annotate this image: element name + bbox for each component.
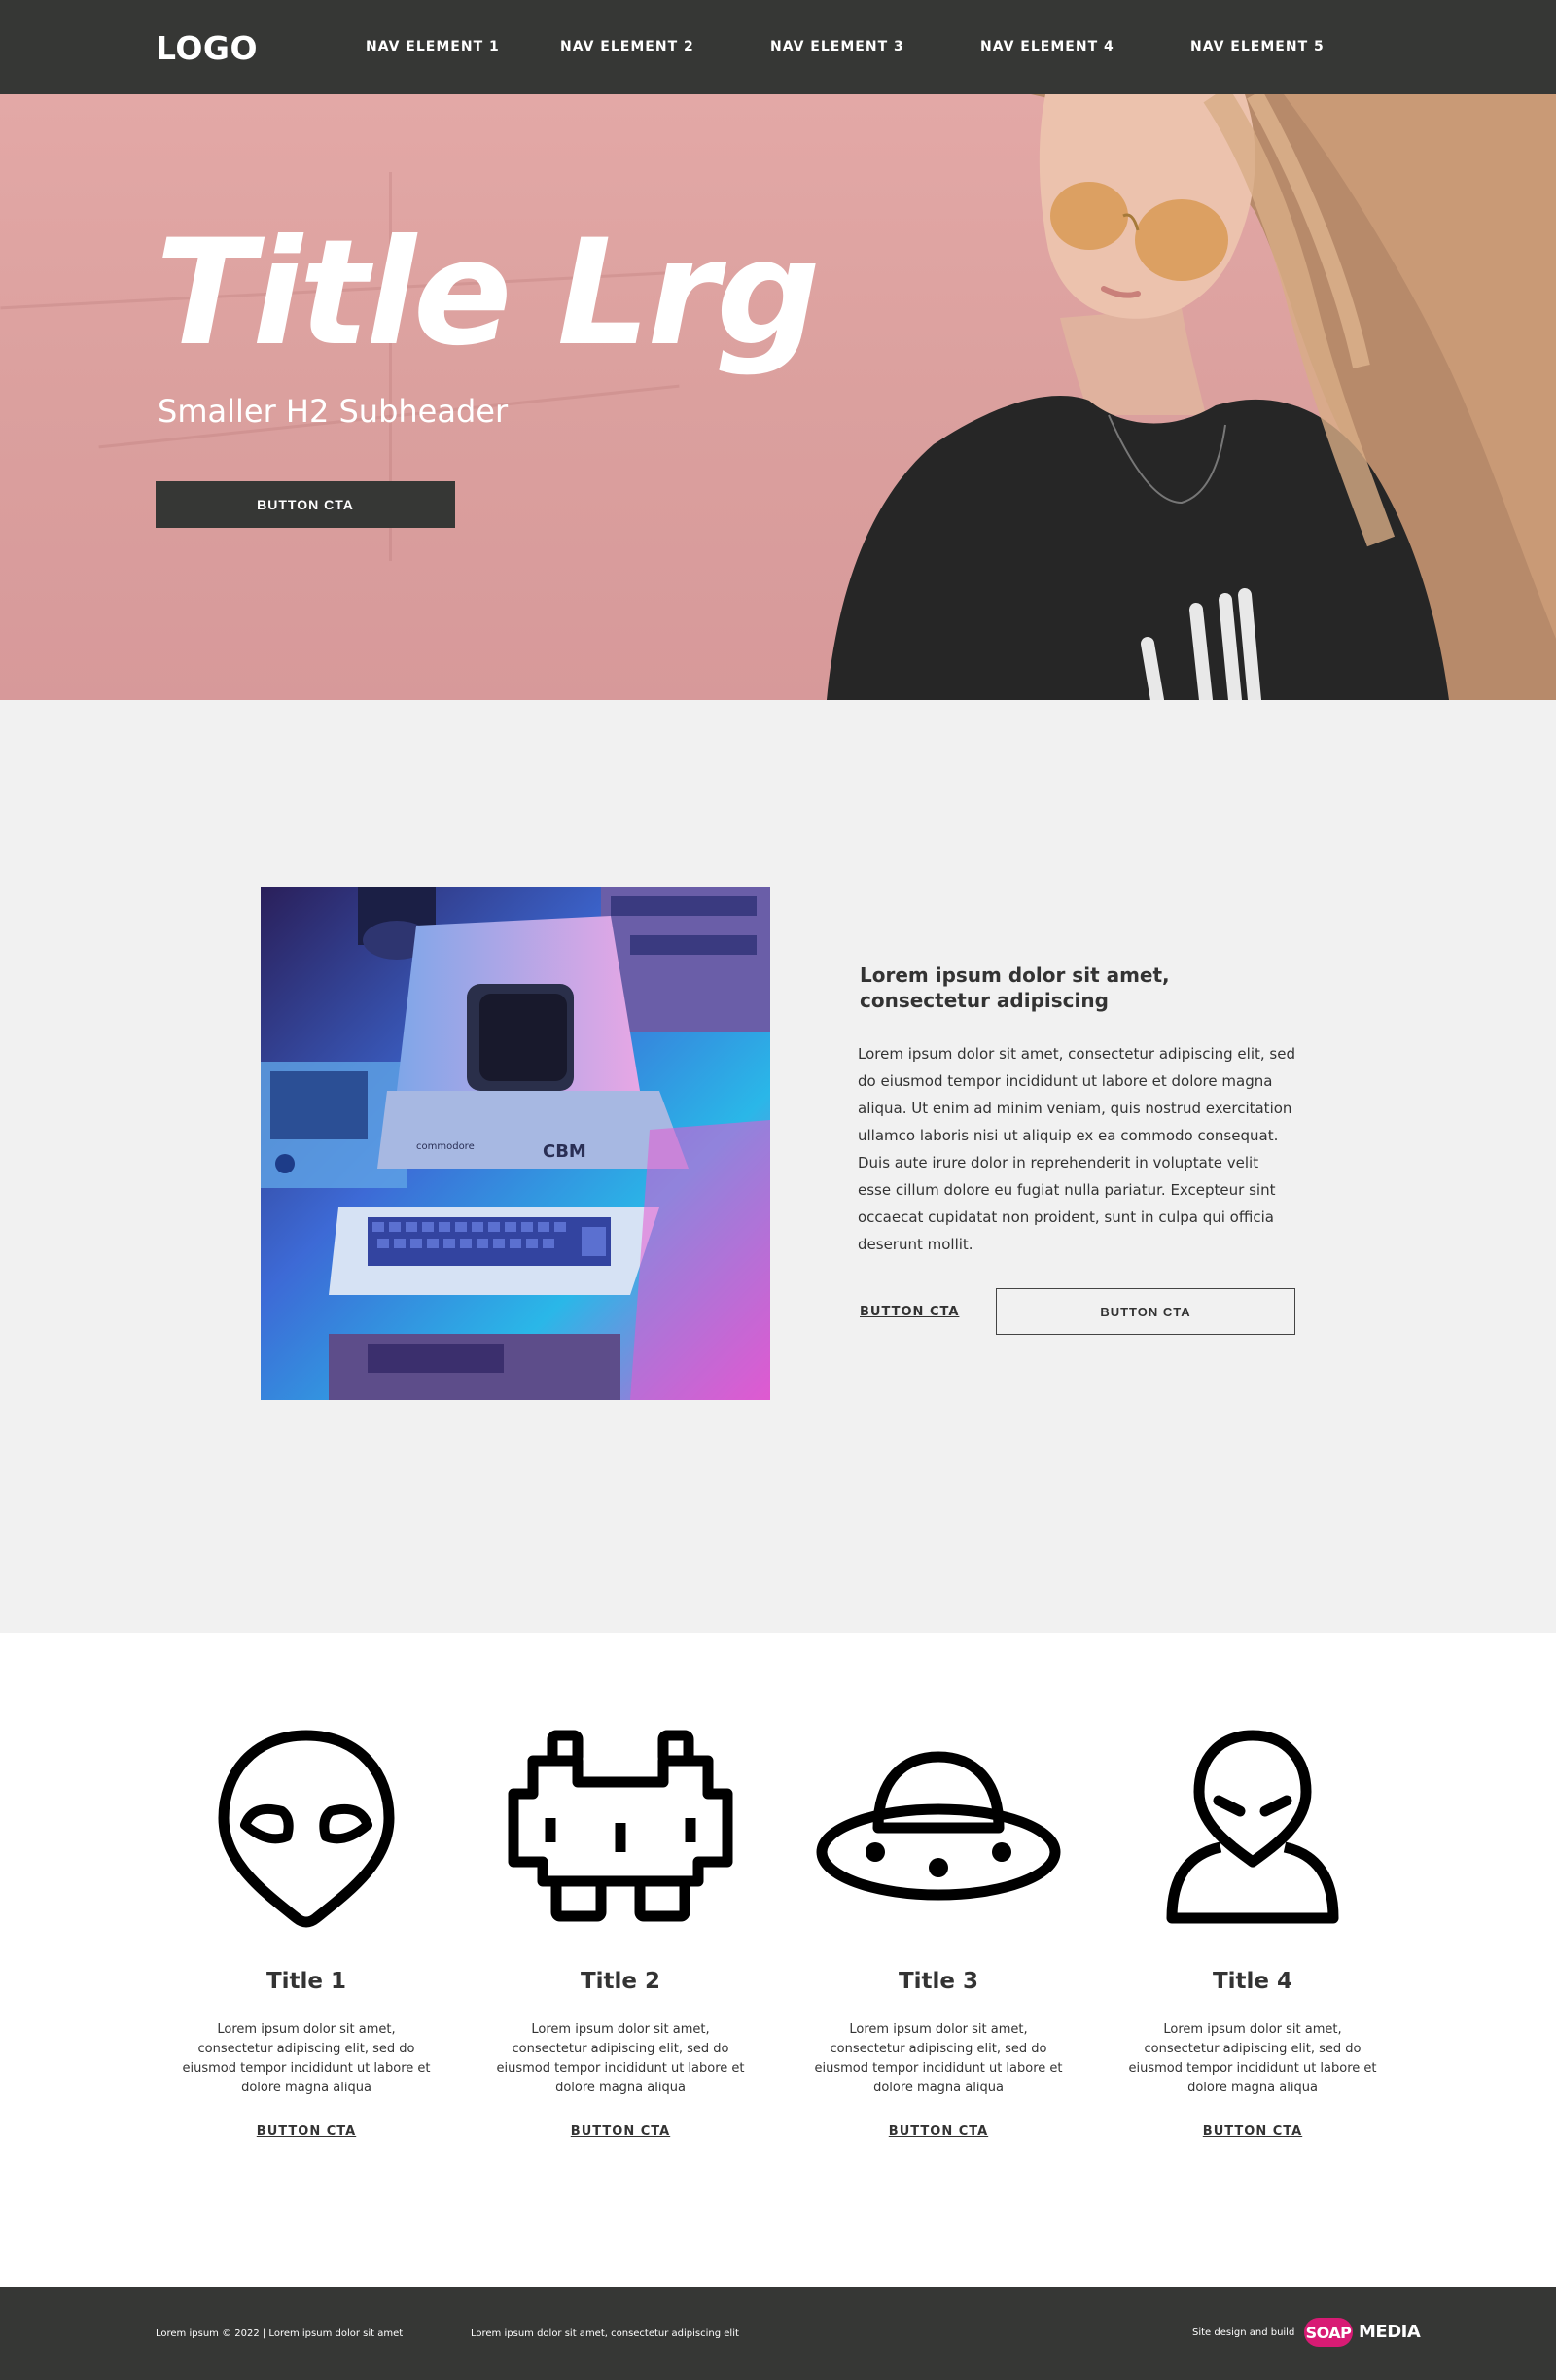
hero-title: Title Lrg — [156, 209, 821, 378]
alien-person-icon — [1126, 1726, 1379, 1930]
hero-photo-person — [827, 94, 1556, 700]
hero-subheader: Smaller H2 Subheader — [158, 393, 509, 430]
nav-element-2[interactable]: NAV ELEMENT 2 — [560, 39, 694, 54]
nav-element-3[interactable]: NAV ELEMENT 3 — [770, 39, 904, 54]
feature-body-text: Lorem ipsum dolor sit amet, consectetur … — [858, 1045, 1295, 1253]
card-cta-link[interactable]: BUTTON CTA — [812, 2124, 1065, 2139]
alien-head-icon — [180, 1726, 433, 1930]
card-title: Title 2 — [580, 1969, 661, 1994]
card-cta-link[interactable]: BUTTON CTA — [1126, 2124, 1379, 2139]
logo[interactable]: LOGO — [156, 29, 258, 67]
feature-heading: Lorem ipsum dolor sit amet, consectetur … — [860, 963, 1170, 1012]
image-brand-text: commodore — [416, 1141, 475, 1152]
card-body: Lorem ipsum dolor sit amet, consectetur … — [182, 2022, 431, 2095]
footer-tagline: Lorem ipsum dolor sit amet, consectetur … — [471, 2328, 739, 2339]
card-cta-link[interactable]: BUTTON CTA — [180, 2124, 433, 2139]
card-title: Title 3 — [898, 1969, 979, 1994]
soap-badge-logo[interactable]: SOAP — [1304, 2318, 1353, 2347]
card-body: Lorem ipsum dolor sit amet, consectetur … — [814, 2022, 1063, 2095]
image-model-text: CBM — [543, 1141, 586, 1162]
card-body: Lorem ipsum dolor sit amet, consectetur … — [1128, 2022, 1377, 2095]
nav-element-4[interactable]: NAV ELEMENT 4 — [980, 39, 1114, 54]
icon-cards-section: Title 1 Lorem ipsum dolor sit amet, cons… — [0, 1633, 1556, 2287]
card-cta-link[interactable]: BUTTON CTA — [494, 2124, 747, 2139]
nav-element-1[interactable]: NAV ELEMENT 1 — [366, 39, 500, 54]
footer-credit: Site design and build — [1192, 2328, 1295, 2338]
footer-copyright: Lorem ipsum © 2022 | Lorem ipsum dolor s… — [156, 2328, 404, 2339]
hero-banner: Title Lrg Smaller H2 Subheader BUTTON CT… — [0, 94, 1556, 700]
nav-element-5[interactable]: NAV ELEMENT 5 — [1190, 39, 1325, 54]
site-footer: Lorem ipsum © 2022 | Lorem ipsum dolor s… — [0, 2287, 1556, 2380]
feature-link-cta[interactable]: BUTTON CTA — [860, 1305, 959, 1319]
card-title: Title 4 — [1212, 1969, 1293, 1994]
card-body: Lorem ipsum dolor sit amet, consectetur … — [496, 2022, 745, 2095]
space-invader-icon — [494, 1726, 747, 1930]
card-title: Title 1 — [265, 1969, 347, 1994]
retro-computer-image: commodore CBM — [261, 887, 770, 1400]
feature-section: commodore CBM Lorem ipsum dolor sit amet… — [0, 700, 1556, 1633]
hero-cta-button[interactable]: BUTTON CTA — [156, 481, 455, 528]
feature-outline-button[interactable]: BUTTON CTA — [996, 1288, 1295, 1335]
site-header: LOGO NAV ELEMENT 1 NAV ELEMENT 2 NAV ELE… — [0, 0, 1556, 94]
ufo-icon — [812, 1726, 1065, 1930]
media-logo-text[interactable]: MEDIA — [1359, 2322, 1421, 2342]
